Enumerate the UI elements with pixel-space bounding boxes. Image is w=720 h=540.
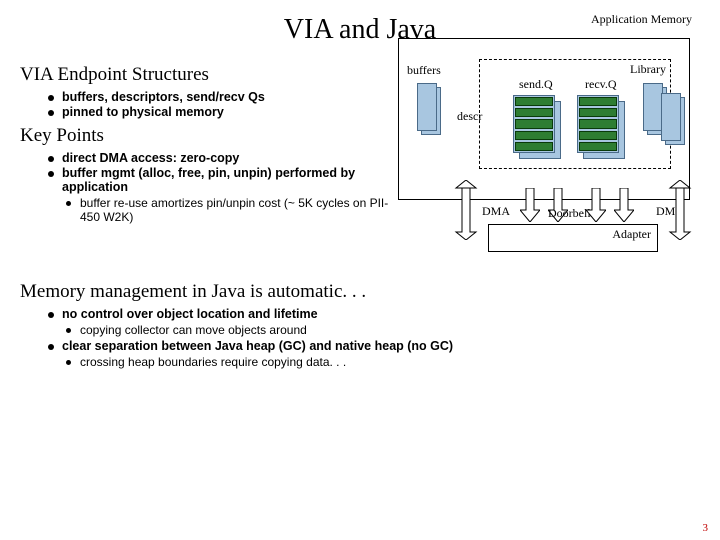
keypoints-item: buffer mgmt (alloc, free, pin, unpin) pe… — [48, 166, 392, 194]
architecture-diagram: Application Memory buffers Library send.… — [398, 32, 698, 257]
page-number: 3 — [703, 522, 709, 534]
app-memory-label: Application Memory — [591, 12, 692, 27]
keypoints-item: direct DMA access: zero-copy — [48, 151, 392, 165]
dma-label: DMA — [482, 204, 510, 219]
descr-label: descr — [457, 109, 482, 124]
recv-queue-icon — [577, 95, 623, 159]
dma-arrow-icon — [454, 180, 478, 240]
memory-item: clear separation between Java heap (GC) … — [48, 339, 700, 353]
adapter-box: Adapter — [488, 224, 658, 252]
dma-arrow-icon — [668, 180, 692, 240]
keypoints-subitem: buffer re-use amortizes pin/unpin cost (… — [66, 196, 392, 224]
recvq-label: recv.Q — [585, 77, 617, 92]
doorbell-arrow-icon — [520, 188, 540, 222]
doorbell-arrow-icon — [586, 188, 606, 222]
memory-subitem: crossing heap boundaries require copying… — [66, 355, 700, 369]
keypoints-heading: Key Points — [20, 125, 392, 147]
buffer-icon — [417, 83, 441, 139]
app-memory-box: buffers Library send.Q recv.Q descr — [398, 38, 690, 200]
sendq-label: send.Q — [519, 77, 553, 92]
buffers-label: buffers — [407, 63, 441, 78]
endpoint-item: pinned to physical memory — [48, 105, 392, 119]
send-queue-icon — [513, 95, 559, 159]
doorbell-arrow-icon — [614, 188, 634, 222]
endpoint-item: buffers, descriptors, send/recv Qs — [48, 90, 392, 104]
buffer-icon — [661, 93, 685, 149]
library-label: Library — [630, 62, 666, 77]
memory-subitem: copying collector can move objects aroun… — [66, 323, 700, 337]
memory-heading: Memory management in Java is automatic. … — [20, 281, 700, 303]
endpoint-heading: VIA Endpoint Structures — [20, 64, 392, 86]
memory-item: no control over object location and life… — [48, 307, 700, 321]
